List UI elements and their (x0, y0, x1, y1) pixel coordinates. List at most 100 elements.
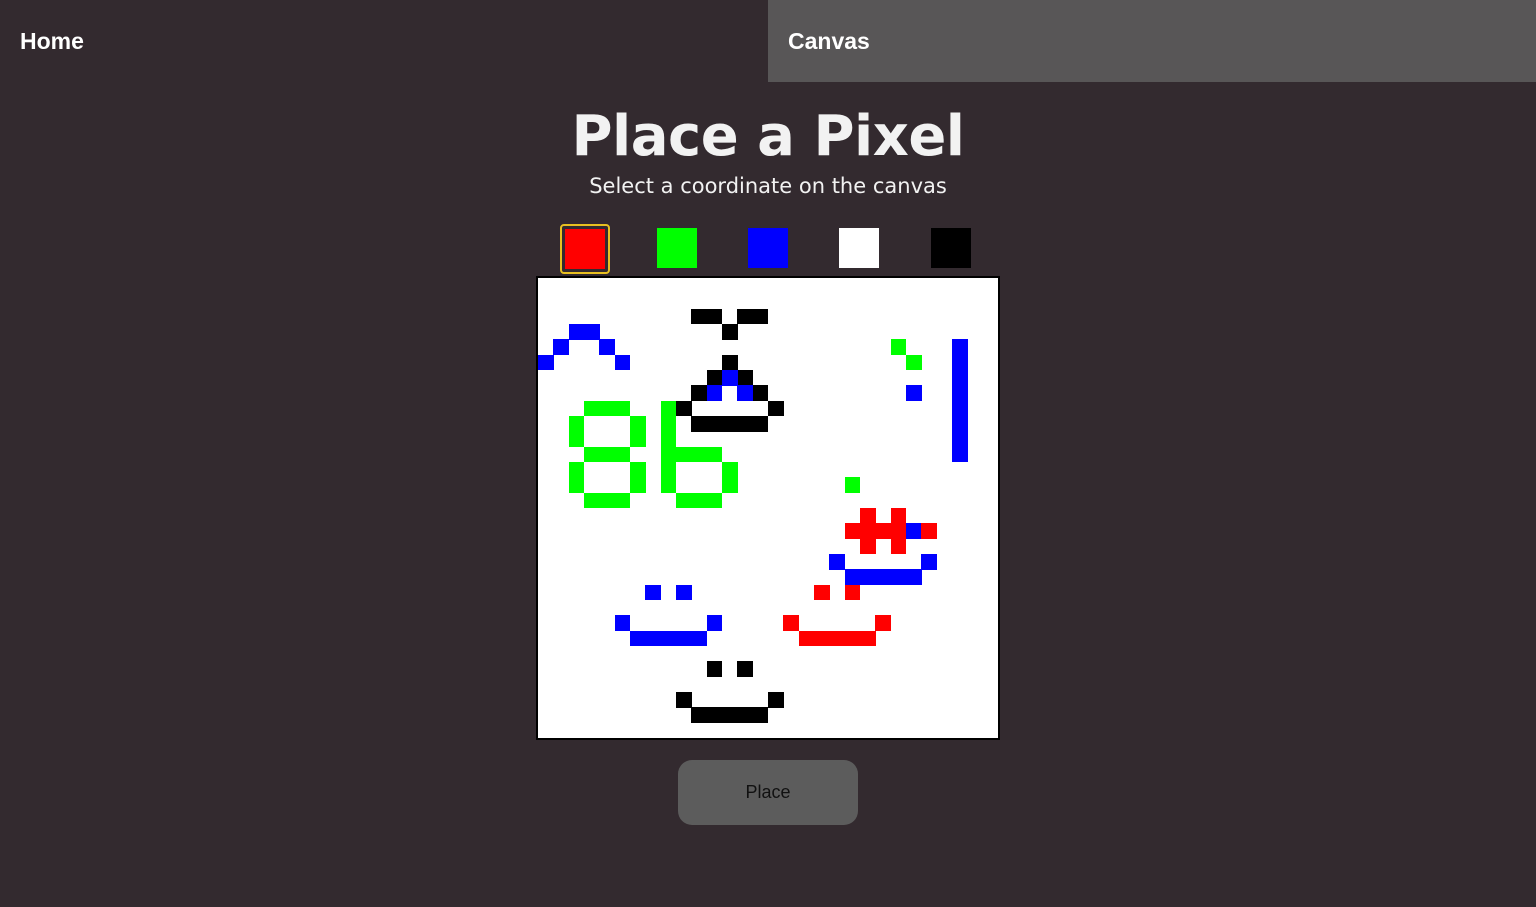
canvas-pixel (599, 400, 615, 417)
canvas-pixel (676, 692, 692, 708)
canvas-pixel (875, 523, 891, 539)
canvas-pixel (890, 523, 907, 539)
canvas-pixel (752, 308, 769, 325)
canvas-pixel (691, 446, 707, 463)
canvas-pixel (706, 707, 723, 723)
canvas-pixel (584, 324, 600, 340)
canvas-pixel (660, 462, 677, 478)
canvas-pixel (614, 400, 631, 417)
canvas-pixel (553, 339, 569, 355)
canvas-pixel (676, 630, 692, 647)
canvas-pixel (783, 615, 799, 631)
canvas-pixel (722, 707, 738, 723)
canvas-pixel (952, 416, 968, 432)
canvas-pixel (890, 339, 907, 355)
canvas-pixel (614, 354, 631, 371)
canvas-pixel (952, 339, 968, 355)
canvas-pixel (921, 523, 937, 539)
canvas-pixel (660, 446, 677, 463)
canvas-pixel (737, 370, 753, 386)
canvas-pixel (798, 630, 815, 647)
canvas-pixel (568, 416, 585, 432)
canvas-pixel (844, 569, 861, 585)
canvas-pixel (844, 523, 861, 539)
page-subtitle: Select a coordinate on the canvas (589, 174, 947, 198)
canvas-pixel (952, 385, 968, 401)
canvas-pixel (952, 446, 968, 463)
pixel-canvas-frame (536, 276, 1000, 740)
canvas-pixel (691, 416, 707, 432)
canvas-pixel (906, 523, 922, 539)
canvas-pixel (952, 370, 968, 386)
canvas-pixel (691, 492, 707, 509)
canvas-pixel (722, 370, 738, 386)
canvas-pixel (614, 446, 631, 463)
canvas-pixel (706, 661, 723, 677)
canvas-pixel (860, 508, 876, 524)
canvas-pixel (630, 431, 646, 447)
canvas-pixel (691, 385, 707, 401)
canvas-pixel (814, 584, 830, 601)
swatch-black[interactable] (931, 228, 971, 268)
canvas-pixel (768, 400, 784, 417)
canvas-pixel (706, 370, 723, 386)
canvas-pixel (875, 569, 891, 585)
place-button[interactable]: Place (678, 760, 858, 825)
pixel-canvas[interactable] (538, 278, 998, 738)
nav-home-tab[interactable]: Home (0, 0, 768, 82)
canvas-pixel (660, 477, 677, 493)
page-title: Place a Pixel (571, 104, 965, 169)
canvas-pixel (890, 508, 907, 524)
canvas-pixel (691, 308, 707, 325)
canvas-pixel (814, 630, 830, 647)
canvas-pixel (952, 354, 968, 371)
canvas-pixel (706, 615, 723, 631)
canvas-pixel (599, 339, 615, 355)
swatch-white[interactable] (839, 228, 879, 268)
canvas-pixel (844, 477, 861, 493)
canvas-pixel (737, 416, 753, 432)
canvas-pixel (906, 385, 922, 401)
canvas-pixel (890, 569, 907, 585)
canvas-pixel (568, 477, 585, 493)
canvas-pixel (844, 630, 861, 647)
canvas-pixel (829, 630, 845, 647)
canvas-pixel (584, 400, 600, 417)
canvas-pixel (660, 416, 677, 432)
canvas-pixel (630, 416, 646, 432)
canvas-pixel (722, 354, 738, 371)
canvas-pixel (706, 492, 723, 509)
canvas-pixel (952, 431, 968, 447)
canvas-pixel (906, 354, 922, 371)
canvas-pixel (599, 492, 615, 509)
canvas-pixel (860, 523, 876, 539)
color-palette (0, 224, 1536, 274)
canvas-pixel (676, 584, 692, 601)
canvas-pixel (568, 431, 585, 447)
canvas-pixel (921, 554, 937, 570)
canvas-pixel (676, 492, 692, 509)
canvas-pixel (722, 477, 738, 493)
canvas-pixel (660, 431, 677, 447)
canvas-pixel (630, 477, 646, 493)
canvas-pixel (584, 492, 600, 509)
canvas-pixel (706, 416, 723, 432)
nav-canvas-tab[interactable]: Canvas (768, 0, 1536, 82)
swatch-blue[interactable] (748, 228, 788, 268)
swatch-green[interactable] (657, 228, 697, 268)
swatch-red[interactable] (560, 224, 610, 274)
canvas-pixel (737, 385, 753, 401)
canvas-pixel (722, 416, 738, 432)
canvas-pixel (906, 569, 922, 585)
canvas-pixel (630, 630, 646, 647)
canvas-pixel (584, 446, 600, 463)
canvas-pixel (890, 538, 907, 555)
canvas-pixel (676, 400, 692, 417)
canvas-pixel (568, 324, 585, 340)
canvas-pixel (829, 554, 845, 570)
canvas-pixel (568, 462, 585, 478)
canvas-pixel (752, 416, 769, 432)
canvas-pixel (691, 630, 707, 647)
canvas-pixel (660, 400, 677, 417)
canvas-pixel (752, 385, 769, 401)
